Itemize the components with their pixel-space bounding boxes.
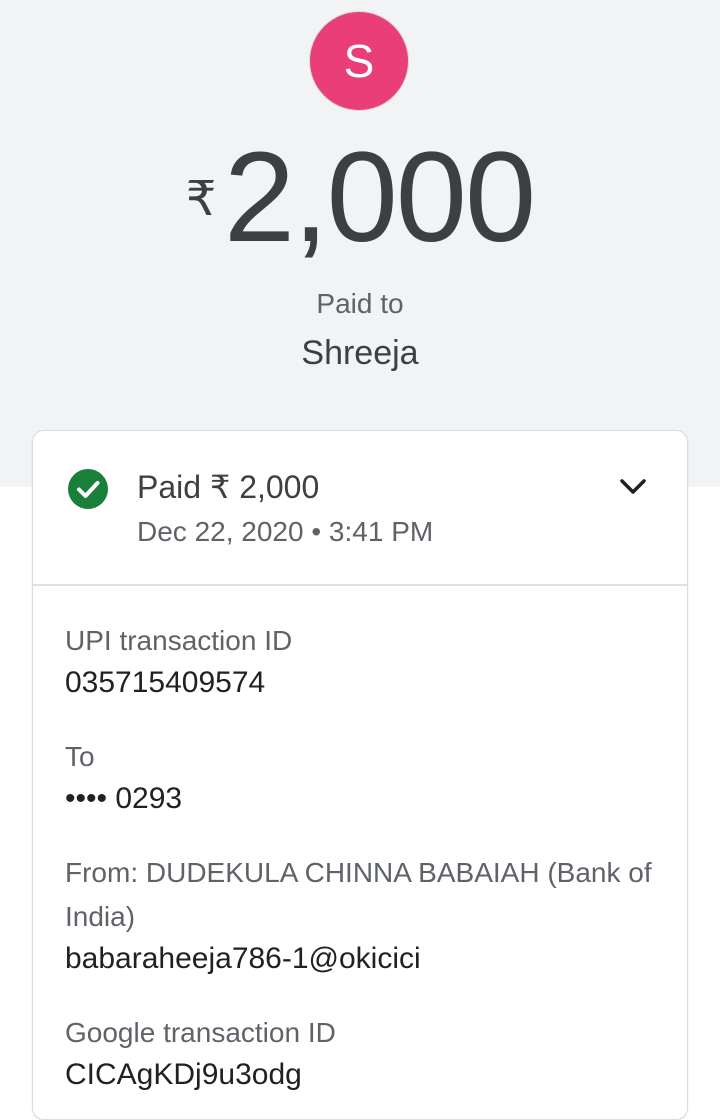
chevron-down-icon[interactable] xyxy=(615,473,651,501)
upi-transaction-id-value: 035715409574 xyxy=(65,666,266,699)
to-label: To xyxy=(65,741,95,772)
card-divider xyxy=(33,584,687,586)
check-circle-icon xyxy=(68,469,108,509)
payment-status-title: Paid ₹ 2,000 xyxy=(137,469,320,505)
payee-avatar: S xyxy=(309,11,409,111)
payment-date-time: Dec 22, 2020 • 3:41 PM xyxy=(137,516,434,547)
from-label: From: DUDEKULA CHINNA BABAIAH (Bank of I… xyxy=(65,857,652,932)
amount-display: ₹ 2,000 xyxy=(185,126,536,269)
paid-to-label: Paid to xyxy=(316,288,404,319)
to-account-value: •••• 0293 xyxy=(65,782,183,815)
amount-row: ₹ 2,000 xyxy=(0,128,720,268)
google-transaction-id-value: CICAgKDj9u3odg xyxy=(65,1058,302,1091)
currency-symbol: ₹ xyxy=(185,173,217,226)
transaction-details-card: Paid ₹ 2,000 Dec 22, 2020 • 3:41 PM UPI … xyxy=(32,430,688,1120)
payee-name: Shreeja xyxy=(301,334,419,372)
google-transaction-id-label: Google transaction ID xyxy=(65,1017,336,1048)
upi-transaction-id-label: UPI transaction ID xyxy=(65,625,293,656)
payment-amount: 2,000 xyxy=(223,126,536,269)
from-upi-id-value: babaraheeja786-1@okicici xyxy=(65,942,421,975)
